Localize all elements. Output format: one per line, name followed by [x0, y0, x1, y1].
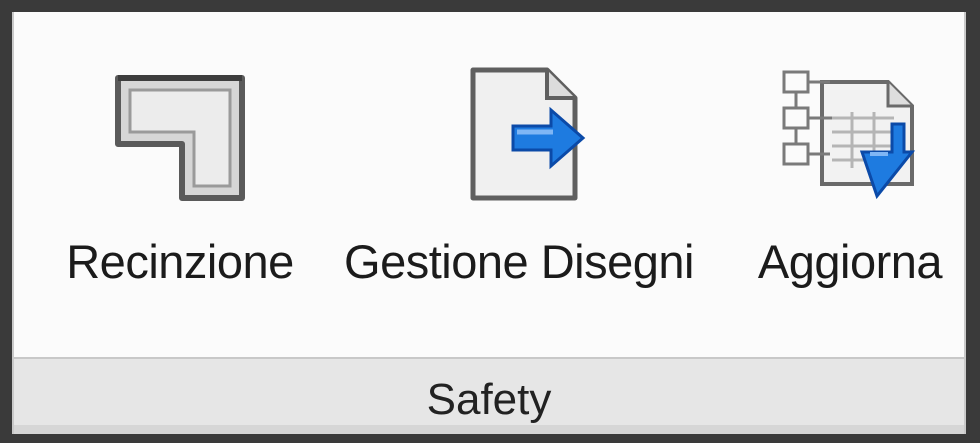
document-export-icon [470, 67, 586, 201]
aggiorna-label: Aggiorna [757, 235, 943, 288]
ribbon-panel-safety: Recinzione Gestione Disegni Aggiorna Saf… [12, 12, 966, 434]
gestione-disegni-label: Gestione Disegni [344, 235, 694, 288]
recinzione-button[interactable]: Recinzione [34, 32, 326, 322]
panel-title: Safety [426, 374, 552, 424]
fence-icon [115, 75, 245, 201]
update-table-download-icon [782, 70, 916, 200]
ribbon-buttons: Recinzione Gestione Disegni Aggiorna [14, 12, 964, 361]
recinzione-label: Recinzione [66, 235, 294, 288]
panel-bottom-edge [14, 425, 964, 434]
aggiorna-button[interactable]: Aggiorna [734, 32, 966, 322]
gestione-disegni-button[interactable]: Gestione Disegni [314, 32, 724, 322]
panel-title-bar: Safety [14, 357, 964, 434]
